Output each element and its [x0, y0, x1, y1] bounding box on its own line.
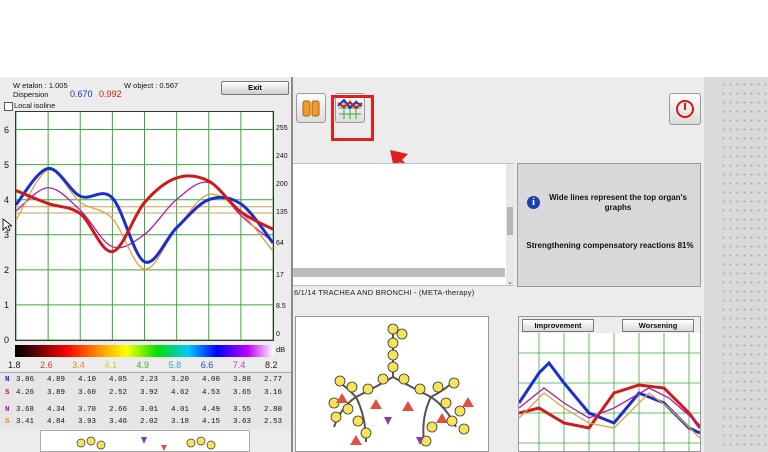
y-tick-left: 2: [4, 264, 10, 275]
table-cell: 3.70: [78, 406, 97, 414]
main-chart-plot: [14, 112, 275, 341]
pause-icon: [302, 100, 320, 117]
mouse-cursor-icon: [2, 218, 12, 232]
table-cell: 2.23: [140, 376, 159, 384]
improvement-button[interactable]: Improvement: [522, 319, 594, 332]
table-cell: 4.84: [47, 418, 66, 426]
info-text-top: Wide lines represent the top organ's gra…: [549, 193, 687, 212]
table-row-label: N: [5, 406, 10, 414]
spectrum-value: 7.4: [232, 360, 246, 370]
organ-caption: 6/1/14 TRACHEA AND BRONCHI - (META-thera…: [294, 288, 475, 297]
table-cell: 3.46: [109, 418, 128, 426]
spectrum-value: 6.6: [200, 360, 214, 370]
spectrum-value: 8.2: [265, 360, 278, 370]
worsening-button[interactable]: Worsening: [622, 319, 694, 332]
table-cell: 3.63: [233, 418, 252, 426]
highlight-box: [331, 95, 374, 141]
power-icon: [676, 100, 694, 118]
dispersion-blue-value: 0.670: [70, 89, 93, 99]
organ-thumbnail: [40, 430, 250, 452]
table-cell: 3.93: [78, 418, 97, 426]
table-cell: 3.01: [140, 406, 159, 414]
y-tick-left: 0: [4, 335, 10, 345]
table-row-label: S: [5, 389, 10, 397]
table-cell: 4.01: [171, 406, 190, 414]
table-cell: 4.10: [78, 376, 97, 384]
dispersion-red-value: 0.992: [99, 89, 122, 99]
spectrum-value: 5.8: [168, 360, 182, 370]
table-cell: 3.55: [233, 406, 252, 414]
table-cell: 4.62: [171, 389, 190, 397]
y-tick-right: 17: [276, 271, 284, 279]
db-label: dB: [276, 345, 286, 354]
y-tick-left: 6: [4, 124, 10, 135]
table-cell: 3.92: [140, 389, 159, 397]
main-chart: [14, 111, 275, 341]
table-cell: 3.60: [78, 389, 97, 397]
table-cell: 3.41: [16, 418, 35, 426]
table-cell: 4.34: [47, 406, 66, 414]
background-texture: [720, 80, 768, 450]
info-pane: [517, 163, 701, 287]
local-isoline-checkbox[interactable]: [4, 102, 13, 111]
y-tick-right: 240: [276, 152, 288, 160]
table-cell: 3.16: [264, 389, 283, 397]
dispersion-label: Dispersion: [13, 90, 49, 99]
horizontal-scrollbar[interactable]: [293, 268, 505, 277]
table-cell: 3.88: [233, 376, 252, 384]
table-cell: 4.53: [202, 389, 221, 397]
table-row-label: N: [5, 376, 10, 384]
table-cell: 4.89: [47, 376, 66, 384]
info-text-bottom: Strengthening compensatory reactions 81%: [526, 241, 694, 250]
info-icon: i: [527, 196, 540, 209]
table-cell: 2.53: [264, 418, 283, 426]
bronchi-tree-icon: [328, 323, 474, 447]
spectrum-value: 1.8: [8, 360, 21, 370]
y-tick-right: 0: [276, 331, 280, 339]
table-cell: 4.15: [202, 418, 221, 426]
comparison-chart: [518, 316, 701, 452]
table-cell: 3.86: [16, 376, 35, 384]
table-cell: 3.65: [233, 389, 252, 397]
table-cell: 3.68: [16, 406, 35, 414]
table-cell: 2.77: [264, 376, 283, 384]
y-tick-right: 64: [276, 240, 284, 248]
table-cell: 2.52: [109, 389, 128, 397]
table-cell: 3.89: [47, 389, 66, 397]
organ-thumbnail-icon: [76, 436, 216, 451]
table-cell: 4.00: [202, 376, 221, 384]
spectrum-value: 4.1: [104, 360, 117, 370]
table-cell: 4.26: [16, 389, 35, 397]
w-etalon-label: W etalon : 1.005: [13, 81, 68, 90]
spectrum-value: 2.6: [40, 360, 53, 370]
table-cell: 2.80: [264, 406, 283, 414]
table-cell: 4.49: [202, 406, 221, 414]
pause-button[interactable]: [296, 93, 326, 123]
table-cell: 2.66: [109, 406, 128, 414]
exit-button[interactable]: Exit: [221, 81, 289, 95]
y-tick-left: 4: [4, 194, 10, 205]
scroll-down-icon[interactable]: ⌄: [507, 278, 513, 286]
table-cell: 4.05: [109, 376, 128, 384]
spectrum-value: 4.9: [136, 360, 150, 370]
y-tick-right: 200: [276, 180, 288, 188]
local-isoline-label: Local isoline: [14, 101, 56, 110]
table-row-label: S: [5, 418, 10, 426]
comparison-chart-plot: [519, 333, 700, 451]
bronchi-image: [295, 316, 489, 452]
y-tick-right: 255: [276, 124, 288, 132]
w-object-label: W object : 0.567: [124, 81, 179, 90]
y-tick-left: 5: [4, 159, 10, 170]
spectrum-value: 3.4: [72, 360, 85, 370]
table-cell: 2.02: [140, 418, 159, 426]
y-tick-right: 8.5: [276, 303, 286, 311]
table-cell: 3.20: [171, 376, 190, 384]
table-cell: 3.18: [171, 418, 190, 426]
power-button[interactable]: [669, 93, 701, 125]
y-tick-left: 1: [4, 299, 10, 310]
y-tick-right: 135: [276, 208, 288, 216]
frequency-spectrum-bar: [15, 345, 274, 357]
scroll-thumb[interactable]: [507, 207, 513, 235]
